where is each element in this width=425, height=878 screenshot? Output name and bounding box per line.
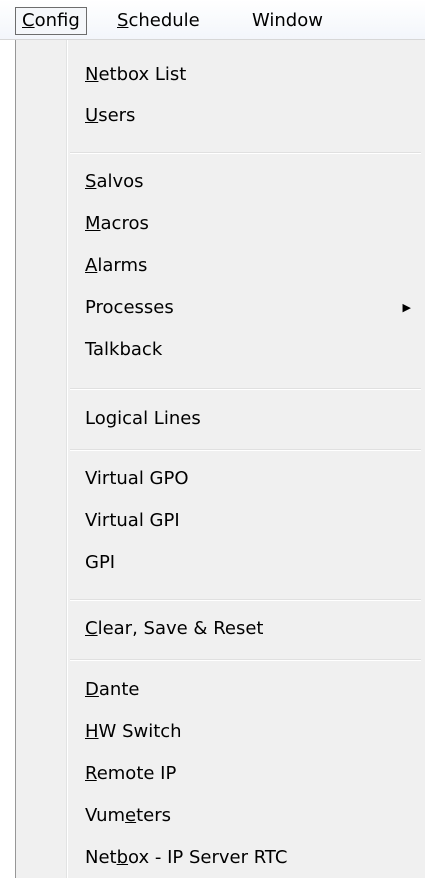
menu-schedule-accesskey: S [117, 10, 129, 31]
submenu-arrow-icon: ▶ [402, 301, 411, 314]
menu-item-virtual-gpo[interactable]: Virtual GPO [68, 461, 425, 497]
menu-schedule-post: chedule [128, 10, 200, 31]
menu-item-text-post: ante [98, 679, 140, 700]
menu-item-virtual-gpi[interactable]: Virtual GPI [68, 503, 425, 539]
menu-item-dante[interactable]: Dante [68, 672, 425, 708]
menu-item-accesskey: H [85, 721, 99, 742]
menu-separator [70, 152, 421, 154]
menu-item-macros[interactable]: Macros [68, 206, 425, 242]
menu-item-accesskey: e [125, 805, 137, 826]
menu-item-text-post: ox - IP Server RTC [128, 847, 288, 868]
menu-item-gpi[interactable]: GPI [68, 545, 425, 581]
menu-item-accesskey: C [85, 618, 98, 639]
menu-item-accesskey: U [85, 105, 99, 126]
menu-item-alarms[interactable]: Alarms [68, 248, 425, 284]
menu-separator [70, 599, 421, 601]
menu-item-text-pre: Vum [85, 805, 126, 826]
menu-item-text-pre: Net [85, 847, 117, 868]
menu-item-accesskey: A [85, 255, 98, 276]
menu-item-text-post: etbox List [98, 64, 187, 85]
menu-item-text-post: Talkback [85, 339, 163, 360]
menu-separator [70, 449, 421, 451]
menu-item-text-post: Virtual GPO [85, 468, 189, 489]
menu-item-text-post: emote IP [96, 763, 177, 784]
menu-item-text-post: lear, Save & Reset [97, 618, 264, 639]
menu-item-hw-switch[interactable]: HW Switch [68, 714, 425, 750]
menu-item-netbox-list[interactable]: Netbox List [68, 57, 425, 93]
menu-window[interactable]: Window [245, 7, 330, 35]
menu-item-logical-lines[interactable]: Logical Lines [68, 401, 425, 437]
menu-item-text-post: W Switch [98, 721, 182, 742]
menu-separator [70, 659, 421, 661]
menu-item-clear-save-reset[interactable]: Clear, Save & Reset [68, 611, 425, 647]
menu-schedule[interactable]: Schedule [110, 7, 207, 35]
menu-item-accesskey: D [85, 679, 99, 700]
menu-config-accesskey: C [22, 10, 35, 31]
menu-item-salvos[interactable]: Salvos [68, 164, 425, 200]
menu-item-netbox-ip-server-rtc[interactable]: Netbox - IP Server RTC [68, 840, 425, 876]
menu-item-text-post: Logical Lines [85, 408, 201, 429]
menu-item-accesskey: b [116, 847, 129, 868]
menu-config[interactable]: Config [15, 7, 87, 35]
menu-item-accesskey: M [85, 213, 101, 234]
menu-item-text-post: GPI [85, 552, 116, 573]
menu-icon-gutter [16, 40, 66, 878]
menu-config-post: onfig [34, 10, 80, 31]
menu-item-processes[interactable]: Processes ▶ [68, 290, 425, 326]
menu-item-text-post: acros [100, 213, 149, 234]
menu-bar: Config Schedule Window [0, 0, 425, 40]
menu-item-text-post: sers [98, 105, 136, 126]
menu-item-accesskey: R [85, 763, 97, 784]
menu-window-post: Window [252, 10, 323, 31]
menu-item-text-post: Processes [85, 297, 174, 318]
menu-item-text-post: Virtual GPI [85, 510, 180, 531]
menu-item-text-post: larms [97, 255, 148, 276]
menu-item-accesskey: S [85, 171, 97, 192]
menu-separator [70, 388, 421, 390]
menu-item-text-post: ters [136, 805, 172, 826]
menu-item-users[interactable]: Users [68, 98, 425, 134]
menu-item-text-post: alvos [96, 171, 144, 192]
menu-item-accesskey: N [85, 64, 99, 85]
menu-item-vumeters[interactable]: Vumeters [68, 798, 425, 834]
menu-item-talkback[interactable]: Talkback [68, 332, 425, 368]
config-dropdown-menu: Netbox List Users Salvos Macros Alarms P… [15, 40, 425, 878]
menu-item-remote-ip[interactable]: Remote IP [68, 756, 425, 792]
